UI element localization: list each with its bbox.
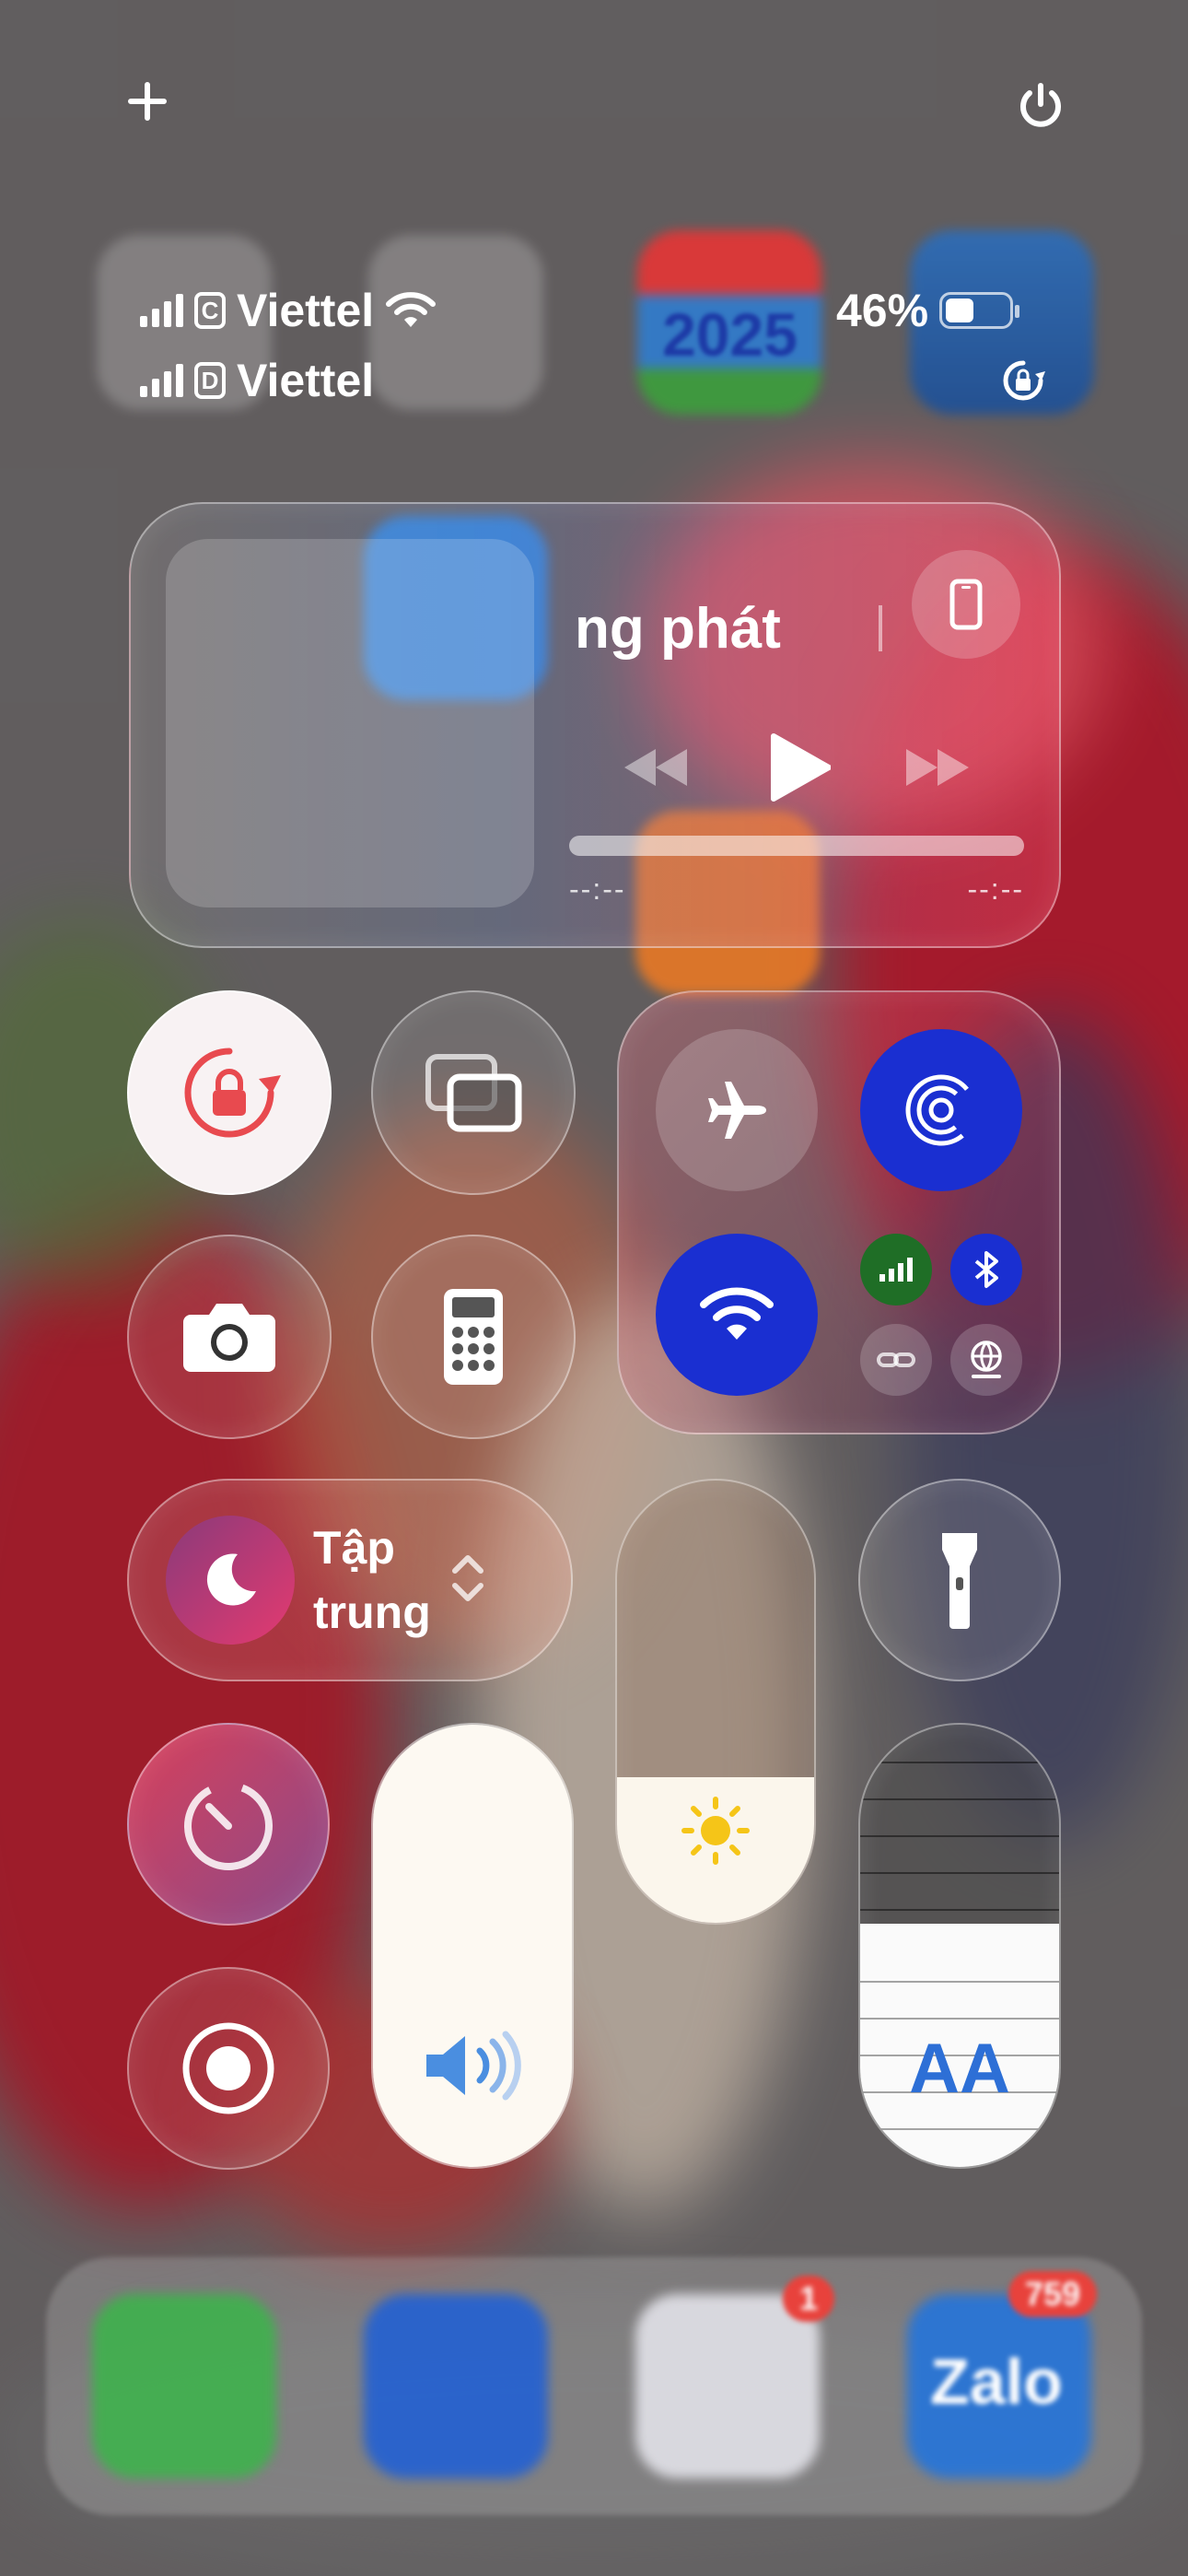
title-divider xyxy=(879,605,882,651)
focus-icon-circle xyxy=(166,1516,295,1645)
rotation-lock-toggle[interactable] xyxy=(127,990,332,1195)
speaker-icon xyxy=(426,2031,521,2101)
messenger-app-icon xyxy=(635,2294,820,2478)
calculator-button[interactable] xyxy=(371,1235,576,1439)
facebook-app-icon xyxy=(364,2294,548,2478)
calculator-icon xyxy=(444,1289,503,1385)
hotspot-icon xyxy=(877,1352,915,1367)
battery-icon xyxy=(939,292,1020,329)
sim2-status: D Viettel xyxy=(140,354,374,407)
moon-icon xyxy=(206,1553,256,1606)
screen-record-button[interactable] xyxy=(127,1967,330,2170)
focus-label-line1: Tập xyxy=(313,1522,395,1574)
screen-mirroring-button[interactable] xyxy=(371,990,576,1195)
text-size-slider[interactable]: AA xyxy=(858,1723,1061,2169)
now-playing-title: ng phát xyxy=(575,597,781,661)
iphone-icon xyxy=(949,579,983,630)
fast-forward-icon xyxy=(906,749,969,786)
rewind-button[interactable] xyxy=(621,745,691,794)
battery-percent: 46% xyxy=(836,285,929,336)
remaining-time: --:-- xyxy=(967,872,1024,906)
phone-app-icon xyxy=(92,2294,276,2478)
focus-label-line2: trung xyxy=(313,1587,431,1638)
vpn-toggle[interactable] xyxy=(950,1324,1022,1396)
battery-status: 46% xyxy=(836,284,1020,337)
wifi-icon xyxy=(700,1287,774,1340)
add-control-button[interactable] xyxy=(120,74,175,129)
messenger-badge: 1 xyxy=(783,2276,835,2322)
rotation-lock-status-icon xyxy=(1003,360,1045,401)
flashlight-button[interactable] xyxy=(858,1479,1061,1681)
cellular-icon xyxy=(879,1258,913,1282)
zalo-label: Zalo xyxy=(930,2346,1063,2418)
power-button[interactable] xyxy=(1008,74,1073,138)
chevron-updown-icon xyxy=(452,1555,483,1601)
personal-hotspot-toggle[interactable] xyxy=(860,1324,932,1396)
vpn-globe-icon xyxy=(971,1341,1002,1378)
airdrop-icon xyxy=(905,1074,977,1146)
sim2-carrier: Viettel xyxy=(237,355,375,406)
cellular-signal-icon xyxy=(140,364,183,397)
sim1-carrier: Viettel xyxy=(237,285,375,336)
plus-icon xyxy=(128,82,167,121)
cellular-data-toggle[interactable] xyxy=(860,1234,932,1306)
now-playing-module[interactable]: ng phát --:-- --:-- xyxy=(129,502,1061,948)
camera-button[interactable] xyxy=(127,1235,332,1439)
sun-icon xyxy=(681,1797,750,1865)
text-size-label: AA xyxy=(909,2030,1010,2108)
timer-button[interactable] xyxy=(127,1723,330,1926)
bluetooth-toggle[interactable] xyxy=(950,1234,1022,1306)
timer-icon xyxy=(184,1782,273,1870)
wifi-icon xyxy=(386,292,437,327)
bluetooth-icon xyxy=(974,1251,998,1288)
wifi-toggle[interactable] xyxy=(656,1234,818,1396)
airdrop-toggle[interactable] xyxy=(860,1029,1022,1191)
output-device-button[interactable] xyxy=(912,550,1020,659)
screen-record-icon xyxy=(182,2022,274,2114)
rewind-icon xyxy=(624,749,687,786)
airplane-mode-toggle[interactable] xyxy=(656,1029,818,1191)
rotation-lock-icon xyxy=(184,1048,281,1138)
sim2-label: D xyxy=(194,362,226,399)
zalo-badge: 759 xyxy=(1008,2271,1098,2317)
flashlight-icon xyxy=(942,1533,977,1629)
album-art-placeholder xyxy=(166,539,534,907)
connectivity-module xyxy=(617,990,1061,1434)
playback-progress-bar[interactable] xyxy=(569,836,1024,856)
sim1-status: C Viettel xyxy=(140,284,437,337)
fast-forward-button[interactable] xyxy=(903,745,973,794)
play-icon xyxy=(771,733,832,802)
focus-button[interactable]: Tập trung xyxy=(127,1479,573,1681)
sim1-label: C xyxy=(194,292,226,329)
power-icon xyxy=(1020,83,1061,127)
brightness-slider[interactable] xyxy=(615,1479,816,1925)
airplane-icon xyxy=(708,1082,766,1139)
screen-mirroring-icon xyxy=(425,1054,522,1132)
cellular-signal-icon xyxy=(140,294,183,327)
play-button[interactable] xyxy=(766,732,832,807)
camera-icon xyxy=(183,1304,275,1372)
elapsed-time: --:-- xyxy=(569,872,626,906)
volume-slider[interactable] xyxy=(371,1723,574,2169)
calendar-year-label: 2025 xyxy=(662,300,798,369)
